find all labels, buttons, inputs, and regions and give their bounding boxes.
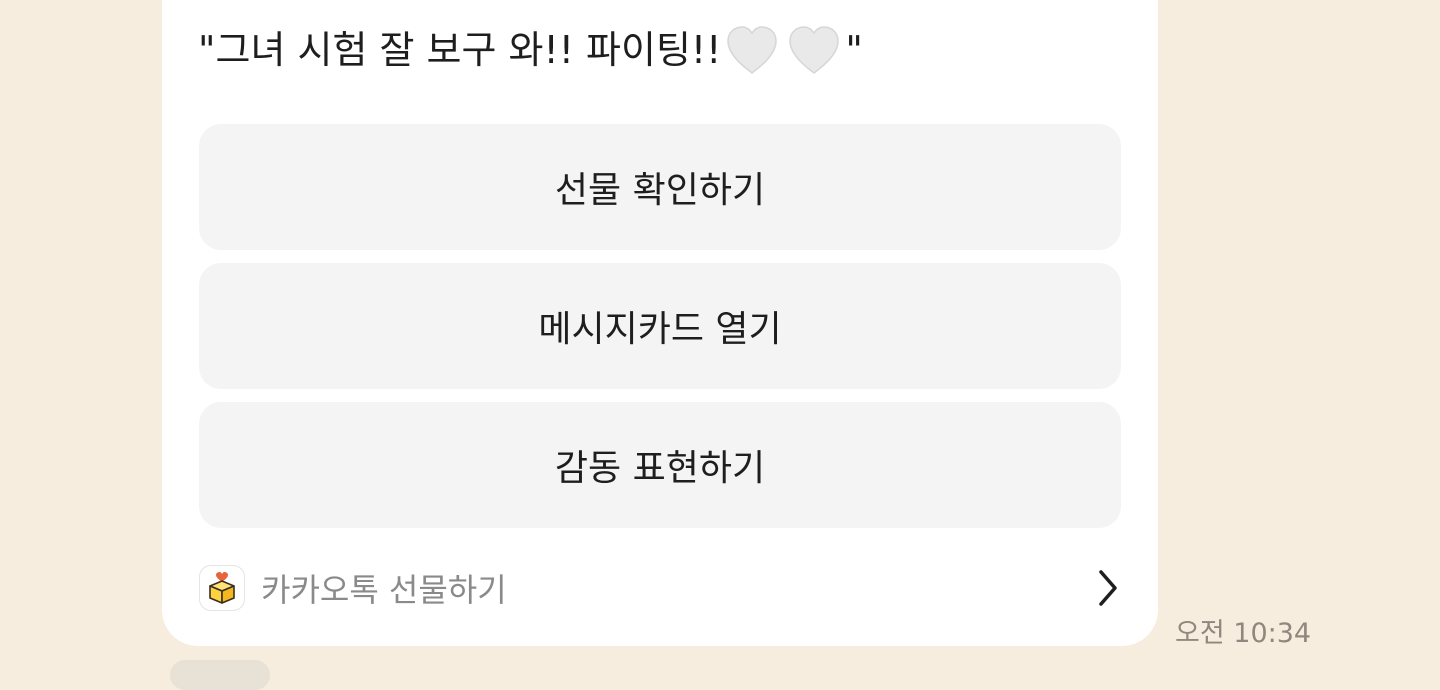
kakaotalk-gift-label: 카카오톡 선물하기 xyxy=(261,571,507,609)
white-heart-icon xyxy=(724,24,780,76)
express-thanks-label: 감동 표현하기 xyxy=(554,448,766,489)
message-text-end: " xyxy=(845,28,863,72)
gift-message-bubble: "그녀 시험 잘 보구 와!! 파이팅!! " 선물 확인하기 메시지카드 열기… xyxy=(162,0,1158,646)
express-thanks-button[interactable]: 감동 표현하기 xyxy=(199,402,1121,528)
gift-box-icon xyxy=(199,565,245,611)
kakaotalk-gift-link[interactable]: 카카오톡 선물하기 xyxy=(199,560,1121,616)
next-message-bubble xyxy=(170,660,270,690)
white-heart-icon xyxy=(786,24,842,76)
gift-message: "그녀 시험 잘 보구 와!! 파이팅!! " xyxy=(198,20,863,80)
open-message-card-label: 메시지카드 열기 xyxy=(538,309,782,350)
chevron-right-icon xyxy=(1093,568,1121,608)
open-message-card-button[interactable]: 메시지카드 열기 xyxy=(199,263,1121,389)
message-text: "그녀 시험 잘 보구 와!! 파이팅!! xyxy=(198,28,722,72)
check-gift-label: 선물 확인하기 xyxy=(554,170,766,211)
message-timestamp: 오전 10:34 xyxy=(1175,618,1312,649)
check-gift-button[interactable]: 선물 확인하기 xyxy=(199,124,1121,250)
